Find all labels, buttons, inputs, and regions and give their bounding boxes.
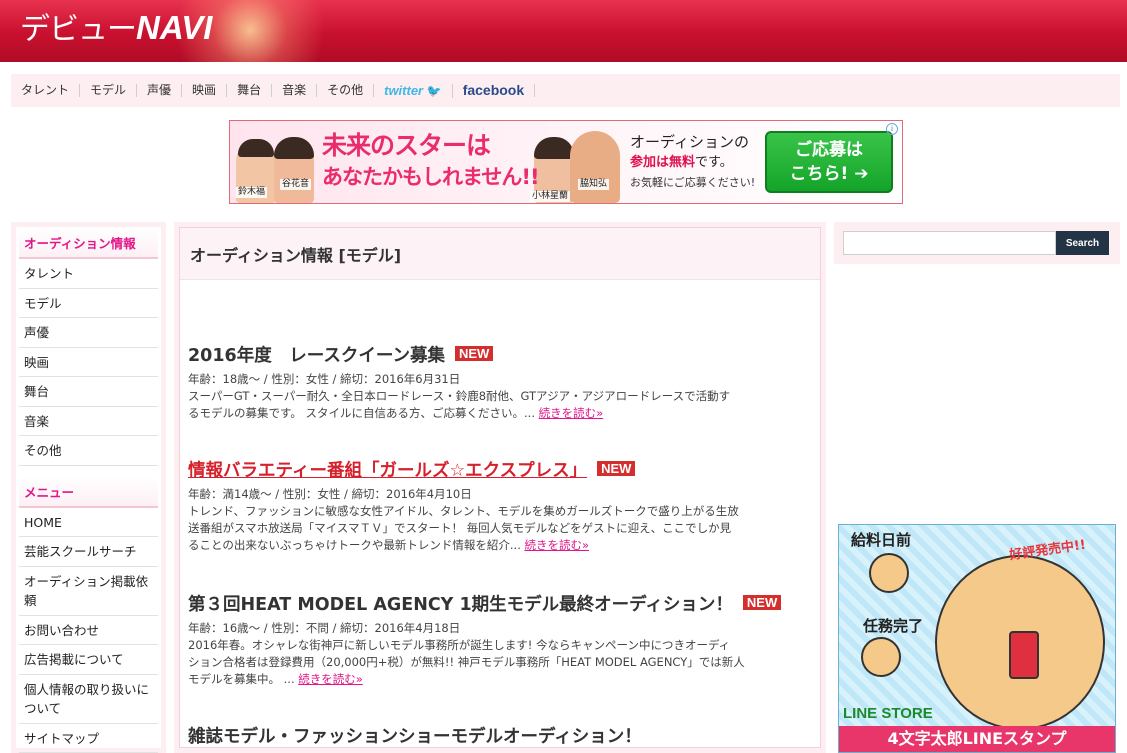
banner-text-1: オーディションの <box>630 133 749 151</box>
sidebar-item-school-search[interactable]: 芸能スクールサーチ <box>19 537 158 567</box>
sidebar-item-home[interactable]: HOME <box>19 508 158 537</box>
sidebar-item-stage[interactable]: 舞台 <box>19 377 158 407</box>
banner-button-line-2: こちら! ➔ <box>789 164 869 184</box>
ad-text-mid: 任務完了 <box>863 617 924 635</box>
sidebar-item-advertising[interactable]: 広告掲載について <box>19 645 158 675</box>
nav-item-talent[interactable]: タレント <box>21 84 81 97</box>
article-desc-3-line-3-text: モデルを募集中。 ... <box>188 672 295 686</box>
read-more-link-2[interactable]: 続きを読む» <box>525 538 590 552</box>
banner-name-1: 鈴木福 <box>236 187 268 198</box>
article-desc-1-line-2: るモデルの募集です。 スタイルに自信ある方、ご応募ください。... 続きを読む» <box>188 405 813 422</box>
ad-character-small-1 <box>869 553 909 593</box>
article-title-4[interactable]: 雑誌モデル・ファッションショーモデルオーディション！ <box>188 725 813 749</box>
article-title-text-3: 第３回HEAT MODEL AGENCY 1期生モデル最終オーディション！ <box>188 595 733 615</box>
site-logo[interactable]: デビューNAVI <box>20 4 212 48</box>
article-title-2[interactable]: 情報バラエティー番組「ガールズ☆エクスプレス」 NEW <box>188 459 813 483</box>
sidebar-item-listing-request[interactable]: オーディション掲載依頼 <box>19 567 158 616</box>
sidebar-item-privacy[interactable]: 個人情報の取り扱いについて <box>19 675 158 724</box>
article-desc-3-line-2: ション合格者は登録費用（20,000円+税）が無料!! 神戸モデル事務所「HEA… <box>188 655 745 669</box>
article-title-text-2: 情報バラエティー番組「ガールズ☆エクスプレス」 <box>188 461 588 481</box>
sidebar-item-voice-actor[interactable]: 声優 <box>19 318 158 348</box>
ad-character-mouth <box>1009 631 1039 679</box>
nav-item-music[interactable]: 音楽 <box>272 84 318 97</box>
search-button[interactable]: Search <box>1056 231 1109 255</box>
banner-hair-3 <box>534 137 574 159</box>
top-nav: タレント モデル 声優 映画 舞台 音楽 その他 twitter 🐦 faceb… <box>11 74 1120 107</box>
nav-facebook-link[interactable]: facebook <box>453 83 536 97</box>
nav-item-voice-actor[interactable]: 声優 <box>137 84 183 97</box>
nav-item-stage[interactable]: 舞台 <box>227 84 273 97</box>
read-more-link-3[interactable]: 続きを読む» <box>298 672 363 686</box>
left-sidebar-inner: オーディション情報 タレント モデル 声優 映画 舞台 音楽 その他 メニュー … <box>16 227 161 753</box>
sidebar-item-contact[interactable]: お問い合わせ <box>19 616 158 645</box>
line-stamp-ad[interactable]: 給料日前 好評発売中!! 任務完了 LINE STORE 4文字太郎LINEスタ… <box>838 524 1116 753</box>
article-desc-2-line-3: ることの出来ないぶっちゃけトークや最新トレンド情報を紹介... 続きを読む» <box>188 537 813 554</box>
search-widget: Search <box>834 222 1120 264</box>
article-item-2: 情報バラエティー番組「ガールズ☆エクスプレス」 NEW 年齢：満14歳〜 / 性別… <box>188 459 813 554</box>
article-item-3: 第３回HEAT MODEL AGENCY 1期生モデル最終オーディション！ NEW… <box>188 593 813 688</box>
sidebar-item-model[interactable]: モデル <box>19 289 158 318</box>
twitter-label: twitter <box>384 82 424 98</box>
sidebar-section-audition-title: オーディション情報 <box>19 227 158 259</box>
ad-line-store-label: LINE STORE <box>843 705 933 722</box>
article-desc-3-line-1: 2016年春。オシャレな街神戸に新しいモデル事務所が誕生します! 今ならキャンペ… <box>188 638 731 652</box>
article-title-3[interactable]: 第３回HEAT MODEL AGENCY 1期生モデル最終オーディション！ NEW <box>188 593 813 617</box>
banner-text-2: 参加は無料です。 <box>630 154 733 172</box>
banner-hair-2 <box>274 137 314 159</box>
article-title-1[interactable]: 2016年度 レースクイーン募集 NEW <box>188 344 813 368</box>
nav-item-other[interactable]: その他 <box>317 84 375 97</box>
article-desc-3-line-3: モデルを募集中。 ... 続きを読む» <box>188 671 813 688</box>
banner-name-3: 小林星蘭 <box>530 191 571 202</box>
sidebar-item-music[interactable]: 音楽 <box>19 407 158 436</box>
banner-headline-2: あなたかもしれません!! <box>322 165 540 189</box>
left-sidebar: オーディション情報 タレント モデル 声優 映画 舞台 音楽 その他 メニュー … <box>11 222 166 753</box>
sidebar-item-sitemap[interactable]: サイトマップ <box>19 724 158 753</box>
new-badge-2: NEW <box>597 461 636 476</box>
sidebar-item-other[interactable]: その他 <box>19 436 158 466</box>
banner-button-line-1: ご応募は <box>795 140 863 160</box>
banner-hair-1 <box>238 139 274 157</box>
article-item-1: 2016年度 レースクイーン募集 NEW 年齢：18歳〜 / 性別：女性 / 締切… <box>188 344 813 422</box>
read-more-link-1[interactable]: 続きを読む» <box>539 406 604 420</box>
new-badge-1: NEW <box>454 346 494 361</box>
nav-twitter-link[interactable]: twitter 🐦 <box>374 82 453 98</box>
ad-bottom-title: 4文字太郎LINEスタンプ <box>839 726 1115 752</box>
twitter-bird-icon: 🐦 <box>426 83 442 98</box>
banner-name-2: 谷花音 <box>280 179 312 190</box>
ad-text-top: 給料日前 <box>851 531 912 549</box>
article-title-text-1: 2016年度 レースクイーン募集 <box>188 346 445 366</box>
sidebar-item-talent[interactable]: タレント <box>19 259 158 289</box>
page-title: オーディション情報 [モデル] <box>180 228 820 280</box>
site-header: デビューNAVI <box>0 0 1127 62</box>
article-desc-1-line-1: スーパーGT・スーパー耐久・全日本ロードレース・鈴鹿8耐他、GTアジア・アジアロ… <box>188 389 731 403</box>
banner-headline-1: 未来のスターは <box>322 131 491 160</box>
banner-free-highlight: 参加は無料 <box>630 155 696 170</box>
new-badge-3: NEW <box>742 595 782 610</box>
audition-banner-ad[interactable]: 鈴木福 谷花音 小林星蘭 脇知弘 未来のスターは あなたかもしれません!! オー… <box>229 120 903 204</box>
banner-text-3: お気軽にご応募ください! <box>630 176 756 189</box>
article-item-4: 雑誌モデル・ファッションショーモデルオーディション！ <box>188 725 813 749</box>
sidebar-section-menu-title: メニュー <box>19 475 158 508</box>
ad-info-icon[interactable]: i <box>886 123 898 135</box>
article-meta-3: 年齢：16歳〜 / 性別：不問 / 締切：2016年4月18日 <box>188 621 461 635</box>
banner-text-2b: です。 <box>695 155 733 170</box>
article-meta-1: 年齢：18歳〜 / 性別：女性 / 締切：2016年6月31日 <box>188 372 461 386</box>
logo-text-a: デビュー <box>20 12 137 47</box>
article-desc-1-line-2-text: るモデルの募集です。 スタイルに自信ある方、ご応募ください。... <box>188 406 535 420</box>
sidebar-item-movie[interactable]: 映画 <box>19 348 158 377</box>
nav-item-movie[interactable]: 映画 <box>182 84 228 97</box>
article-meta-2: 年齢：満14歳〜 / 性別：女性 / 締切：2016年4月10日 <box>188 487 472 501</box>
article-desc-2-line-2: 送番組がスマホ放送局「マイスマＴＶ」でスタート！ 毎回人気モデルなどをゲストに迎… <box>188 521 732 535</box>
banner-name-4: 脇知弘 <box>578 179 610 190</box>
banner-apply-button[interactable]: ご応募は こちら! ➔ <box>765 131 893 193</box>
nav-item-model[interactable]: モデル <box>80 84 138 97</box>
ad-character-small-2 <box>861 637 901 677</box>
logo-text-b: NAVI <box>136 9 213 46</box>
article-desc-2-line-3-text: ることの出来ないぶっちゃけトークや最新トレンド情報を紹介... <box>188 538 521 552</box>
article-desc-2-line-1: トレンド、ファッションに敏感な女性アイドル、タレント、モデルを集めガールズトーク… <box>188 504 739 518</box>
banner-person-4 <box>570 131 620 203</box>
search-input[interactable] <box>843 231 1056 255</box>
